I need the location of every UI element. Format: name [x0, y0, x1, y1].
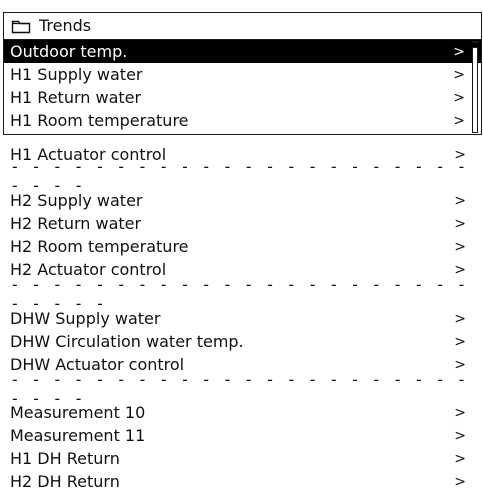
- separator: - - - - - - - - - - - - - - - - - - - - …: [10, 274, 468, 313]
- scrollbar-top-indicator: [472, 41, 478, 43]
- separator: - - - - - - - - - - - - - - - - - - - - …: [10, 369, 468, 408]
- list-item-h2-supply-water[interactable]: H2 Supply water >: [0, 189, 483, 212]
- list-item-h2-room-temperature[interactable]: H2 Room temperature >: [0, 235, 483, 258]
- list-item-label: H1 DH Return: [10, 448, 120, 468]
- list-item-label: H2 Room temperature: [10, 236, 189, 256]
- list-item-label: H2 Supply water: [10, 190, 143, 210]
- chevron-right-icon: >: [454, 238, 466, 255]
- separator: - - - - - - - - - - - - - - - - - - - - …: [10, 156, 468, 195]
- trends-window: Trends Outdoor temp. > H1 Supply water >…: [3, 12, 482, 135]
- scrollbar-thumb[interactable]: [472, 47, 478, 133]
- list-item-h2-dh-return[interactable]: H2 DH Return >: [0, 470, 483, 493]
- page-title: Trends: [39, 16, 92, 35]
- list-item-label: H2 DH Return: [10, 471, 120, 491]
- list-item-label: Outdoor temp.: [10, 41, 128, 61]
- title-bar: Trends: [4, 13, 481, 40]
- trends-screen: Trends Outdoor temp. > H1 Supply water >…: [0, 0, 483, 495]
- chevron-right-icon: >: [454, 404, 466, 421]
- chevron-right-icon: >: [454, 427, 466, 444]
- scrollbar[interactable]: [471, 40, 479, 134]
- list-item-label: DHW Circulation water temp.: [10, 331, 244, 351]
- list-item-measurement-11[interactable]: Measurement 11 >: [0, 424, 483, 447]
- top-list: Outdoor temp. > H1 Supply water > H1 Ret…: [4, 40, 481, 134]
- folder-icon: [11, 18, 31, 34]
- list-item-outdoor-temp[interactable]: Outdoor temp. >: [4, 40, 481, 63]
- list-item-label: Measurement 10: [10, 402, 146, 422]
- list-item-dhw-circulation-water-temp[interactable]: DHW Circulation water temp. >: [0, 330, 483, 353]
- list-item-label: DHW Supply water: [10, 308, 161, 328]
- list-item-dhw-supply-water[interactable]: DHW Supply water >: [0, 307, 483, 330]
- chevron-right-icon: >: [454, 333, 466, 350]
- list-item-h1-dh-return[interactable]: H1 DH Return >: [0, 447, 483, 470]
- chevron-right-icon: >: [453, 43, 465, 60]
- chevron-right-icon: >: [453, 66, 465, 83]
- chevron-right-icon: >: [453, 112, 465, 129]
- list-item-h1-return-water[interactable]: H1 Return water >: [4, 86, 481, 109]
- chevron-right-icon: >: [454, 450, 466, 467]
- list-item-h1-room-temperature[interactable]: H1 Room temperature >: [4, 109, 481, 132]
- chevron-right-icon: >: [453, 89, 465, 106]
- list-item-measurement-10[interactable]: Measurement 10 >: [0, 401, 483, 424]
- list-item-label: H1 Supply water: [10, 64, 143, 84]
- chevron-right-icon: >: [454, 473, 466, 490]
- list-item-label: H1 Room temperature: [10, 110, 189, 130]
- chevron-right-icon: >: [454, 310, 466, 327]
- list-item-label: Measurement 11: [10, 425, 146, 445]
- chevron-right-icon: >: [454, 192, 466, 209]
- list-item-h1-supply-water[interactable]: H1 Supply water >: [4, 63, 481, 86]
- list-item-h2-return-water[interactable]: H2 Return water >: [0, 212, 483, 235]
- chevron-right-icon: >: [454, 215, 466, 232]
- list-item-label: H1 Return water: [10, 87, 142, 107]
- list-item-label: H2 Return water: [10, 213, 142, 233]
